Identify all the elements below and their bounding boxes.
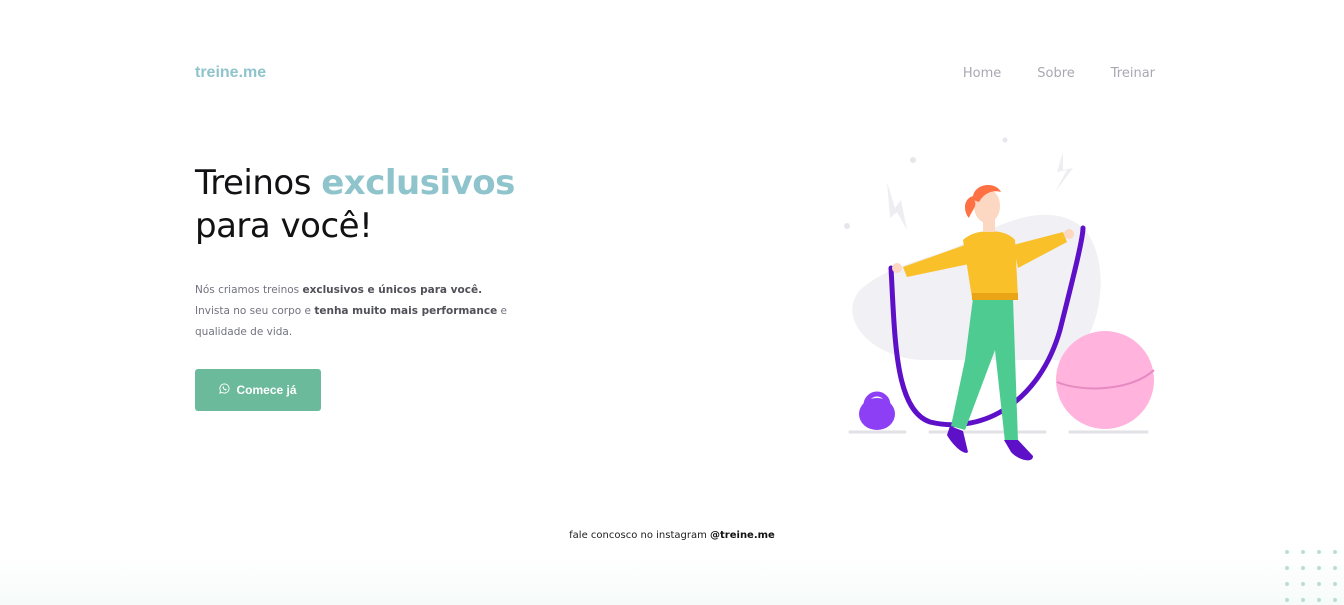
hero-title-part2: para você! [195,206,373,246]
woman-jumping-rope-illustration [844,137,1155,461]
nav-link-sobre[interactable]: Sobre [1037,66,1075,81]
footer-background [0,555,1344,605]
footer: fale concosco no instagram @treine.me [0,530,1344,541]
main-nav: Home Sobre Treinar [963,66,1155,81]
desc-line3: qualidade de vida. [195,326,293,338]
start-button[interactable]: Comece já [195,369,321,411]
hero-title-part1: Treinos [195,163,322,203]
desc-line2-a: Invista no seu corpo e [195,305,315,317]
hero-title-accent: exclusivos [321,163,515,203]
desc-line2-c: e [497,305,508,317]
hero-title: Treinos exclusivos para você! [195,162,595,248]
hero-description: Nós criamos treinos exclusivos e únicos … [195,280,595,343]
decorative-dots [1285,550,1337,602]
whatsapp-icon [219,382,230,394]
desc-line1-b: exclusivos e únicos para você. [302,284,483,296]
header: treine.me Home Sobre Treinar [195,58,1155,88]
desc-line1-a: Nós criamos treinos [195,284,303,296]
logo[interactable]: treine.me [195,64,266,82]
instagram-handle-link[interactable]: @treine.me [710,530,775,541]
nav-link-treinar[interactable]: Treinar [1111,66,1155,81]
start-button-label: Comece já [236,383,297,397]
hero-section: Treinos exclusivos para você! Nós criamo… [195,162,595,343]
nav-link-home[interactable]: Home [963,66,1001,81]
footer-text: fale concosco no instagram [569,530,711,541]
desc-line2-b: tenha muito mais performance [314,305,498,317]
